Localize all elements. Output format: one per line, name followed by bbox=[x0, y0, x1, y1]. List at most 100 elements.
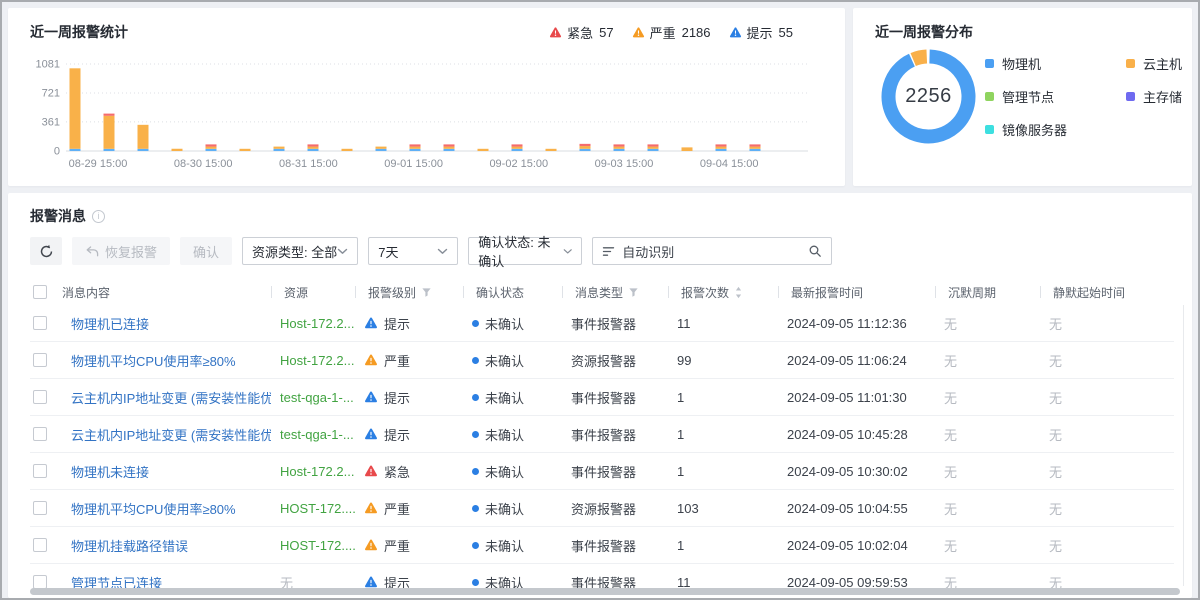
alarm-count: 1 bbox=[677, 464, 684, 479]
severity-label: 严重 bbox=[384, 499, 410, 518]
row-checkbox[interactable] bbox=[33, 427, 47, 441]
restore-alarm-label: 恢复报警 bbox=[105, 242, 157, 261]
resource-link[interactable]: test-qga-1-... bbox=[280, 427, 354, 442]
latest-alarm-time: 2024-09-05 10:30:02 bbox=[787, 464, 908, 479]
row-checkbox[interactable] bbox=[33, 316, 47, 330]
search-icon[interactable] bbox=[808, 244, 822, 258]
column-header-label: 消息类型 bbox=[575, 284, 623, 301]
sort-icon[interactable] bbox=[734, 286, 743, 299]
resource-link[interactable]: Host-172.2... bbox=[280, 464, 354, 479]
info-icon[interactable]: i bbox=[92, 210, 105, 223]
message-type: 资源报警器 bbox=[571, 499, 636, 518]
ack-status-dot bbox=[472, 431, 479, 438]
svg-text:09-01 15:00: 09-01 15:00 bbox=[384, 158, 443, 170]
severity-label: 提示 bbox=[384, 425, 410, 444]
distribution-legend-item-物理机[interactable]: 物理机 bbox=[985, 54, 1126, 73]
severity-legend-item-严重[interactable]: 严重2186 bbox=[632, 23, 711, 42]
resource-link[interactable]: test-qga-1-... bbox=[280, 390, 354, 405]
severity-legend-count: 55 bbox=[779, 25, 793, 40]
resource-type-value: 资源类型: 全部 bbox=[252, 242, 337, 261]
legend-swatch bbox=[1126, 59, 1135, 68]
row-checkbox[interactable] bbox=[33, 464, 47, 478]
alarm-message-link[interactable]: 物理机已连接 bbox=[71, 314, 149, 333]
search-input[interactable]: 自动识别 bbox=[592, 237, 832, 265]
severity-legend-item-提示[interactable]: 提示 55 bbox=[729, 23, 793, 42]
alert-triangle-icon bbox=[632, 26, 645, 39]
latest-alarm-time: 2024-09-05 10:04:55 bbox=[787, 501, 908, 516]
filter-lines-icon bbox=[602, 246, 615, 257]
row-checkbox[interactable] bbox=[33, 501, 47, 515]
refresh-button[interactable] bbox=[30, 237, 62, 265]
distribution-legend-item-主存储[interactable]: 主存储 bbox=[1126, 87, 1182, 106]
silence-period: 无 bbox=[944, 536, 957, 555]
restore-alarm-button[interactable]: 恢复报警 bbox=[72, 237, 170, 265]
latest-alarm-time: 2024-09-05 11:01:30 bbox=[787, 390, 907, 405]
message-type: 事件报警器 bbox=[571, 462, 636, 481]
column-header-label: 最新报警时间 bbox=[791, 284, 863, 301]
severity-legend-count: 2186 bbox=[682, 25, 711, 40]
ack-status-value: 确认状态: 未确认 bbox=[478, 232, 563, 270]
confirm-label: 确认 bbox=[193, 242, 219, 261]
distribution-panel-title: 近一周报警分布 bbox=[875, 22, 973, 42]
alert-triangle-icon bbox=[729, 26, 742, 39]
distribution-legend-item-云主机[interactable]: 云主机 bbox=[1126, 54, 1182, 73]
undo-arrow-icon bbox=[85, 245, 99, 258]
resource-link[interactable]: Host-172.2... bbox=[280, 316, 354, 331]
column-header-label: 确认状态 bbox=[476, 284, 524, 301]
chevron-down-icon bbox=[337, 248, 348, 255]
svg-text:08-30 15:00: 08-30 15:00 bbox=[174, 158, 233, 170]
silence-start-time: 无 bbox=[1049, 536, 1062, 555]
severity-legend-label: 提示 bbox=[747, 23, 773, 42]
ack-status-dot bbox=[472, 542, 479, 549]
column-header-label: 报警次数 bbox=[681, 284, 729, 301]
alert-triangle-icon bbox=[364, 464, 378, 478]
message-type: 事件报警器 bbox=[571, 536, 636, 555]
table-row: 云主机内IP地址变更 (需安装性能优化工具)test-qga-1-...提示未确… bbox=[30, 416, 1174, 453]
chevron-down-icon bbox=[563, 248, 572, 255]
severity-legend-label: 紧急 bbox=[567, 23, 593, 42]
row-checkbox[interactable] bbox=[33, 575, 47, 589]
confirm-button[interactable]: 确认 bbox=[180, 237, 232, 265]
resource-link[interactable]: Host-172.2... bbox=[280, 353, 354, 368]
ack-status-label: 未确认 bbox=[485, 351, 524, 370]
resource-link[interactable]: HOST-172.... bbox=[280, 538, 355, 553]
weekly-alarm-distribution-panel: 近一周报警分布 2256 物理机云主机管理节点主存储镜像服务器 bbox=[853, 8, 1192, 186]
alarm-message-link[interactable]: 物理机平均CPU使用率≥80% bbox=[71, 499, 236, 518]
ack-status-label: 未确认 bbox=[485, 499, 524, 518]
alarm-message-link[interactable]: 物理机平均CPU使用率≥80% bbox=[71, 351, 236, 370]
severity-label: 严重 bbox=[384, 536, 410, 555]
severity-legend: 紧急57 严重2186 提示 55 bbox=[549, 23, 793, 42]
row-checkbox[interactable] bbox=[33, 353, 47, 367]
distribution-legend-item-镜像服务器[interactable]: 镜像服务器 bbox=[985, 120, 1126, 139]
alert-triangle-icon bbox=[364, 501, 378, 515]
silence-start-time: 无 bbox=[1049, 351, 1062, 370]
horizontal-scrollbar[interactable] bbox=[30, 588, 1180, 595]
ack-status-dot bbox=[472, 468, 479, 475]
alarm-message-link[interactable]: 云主机内IP地址变更 (需安装性能优化工具) bbox=[71, 388, 271, 407]
silence-start-time: 无 bbox=[1049, 388, 1062, 407]
alarm-count: 11 bbox=[677, 316, 691, 331]
severity-legend-item-紧急[interactable]: 紧急57 bbox=[549, 23, 613, 42]
legend-label: 管理节点 bbox=[1002, 87, 1054, 106]
table-row: 物理机平均CPU使用率≥80%HOST-172....严重未确认资源报警器103… bbox=[30, 490, 1174, 527]
severity-label: 严重 bbox=[384, 351, 410, 370]
weekly-alarm-stats-panel: 近一周报警统计 紧急57严重2186提示55 0361721108108-29 … bbox=[8, 8, 845, 186]
resource-link[interactable]: HOST-172.... bbox=[280, 501, 355, 516]
distribution-legend: 物理机云主机管理节点 主存储镜像服务器 bbox=[985, 54, 1182, 139]
filter-icon[interactable] bbox=[421, 287, 432, 298]
distribution-legend-item-管理节点[interactable]: 管理节点 bbox=[985, 87, 1126, 106]
legend-swatch bbox=[985, 92, 994, 101]
alarm-message-link[interactable]: 物理机挂载路径错误 bbox=[71, 536, 188, 555]
alarm-message-link[interactable]: 云主机内IP地址变更 (需安装性能优化工具) bbox=[71, 425, 271, 444]
filter-icon[interactable] bbox=[628, 287, 639, 298]
row-checkbox[interactable] bbox=[33, 538, 47, 552]
resource-type-select[interactable]: 资源类型: 全部 bbox=[242, 237, 358, 265]
column-header: 确认状态 bbox=[463, 284, 562, 301]
ack-status-select[interactable]: 确认状态: 未确认 bbox=[468, 237, 582, 265]
row-checkbox[interactable] bbox=[33, 390, 47, 404]
select-all-checkbox[interactable] bbox=[33, 285, 47, 299]
header-divider bbox=[562, 286, 563, 298]
latest-alarm-time: 2024-09-05 11:12:36 bbox=[787, 316, 907, 331]
alarm-message-link[interactable]: 物理机未连接 bbox=[71, 462, 149, 481]
time-range-select[interactable]: 7天 bbox=[368, 237, 458, 265]
